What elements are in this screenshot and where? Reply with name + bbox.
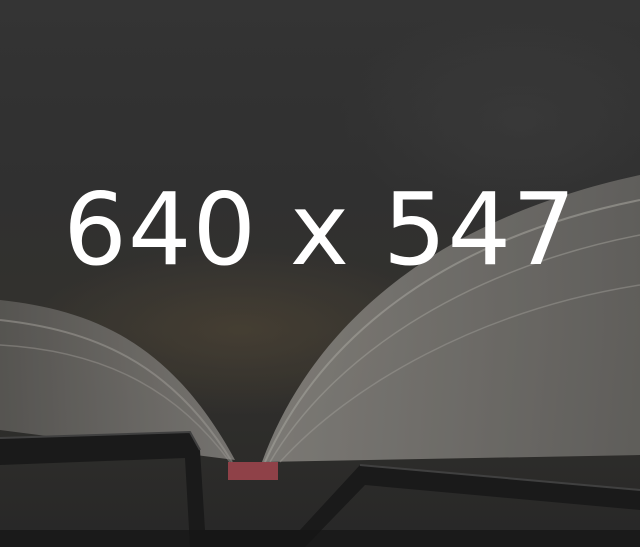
- dimensions-label: 640 x 547: [63, 171, 577, 288]
- placeholder-image: 640 x 547: [0, 0, 640, 547]
